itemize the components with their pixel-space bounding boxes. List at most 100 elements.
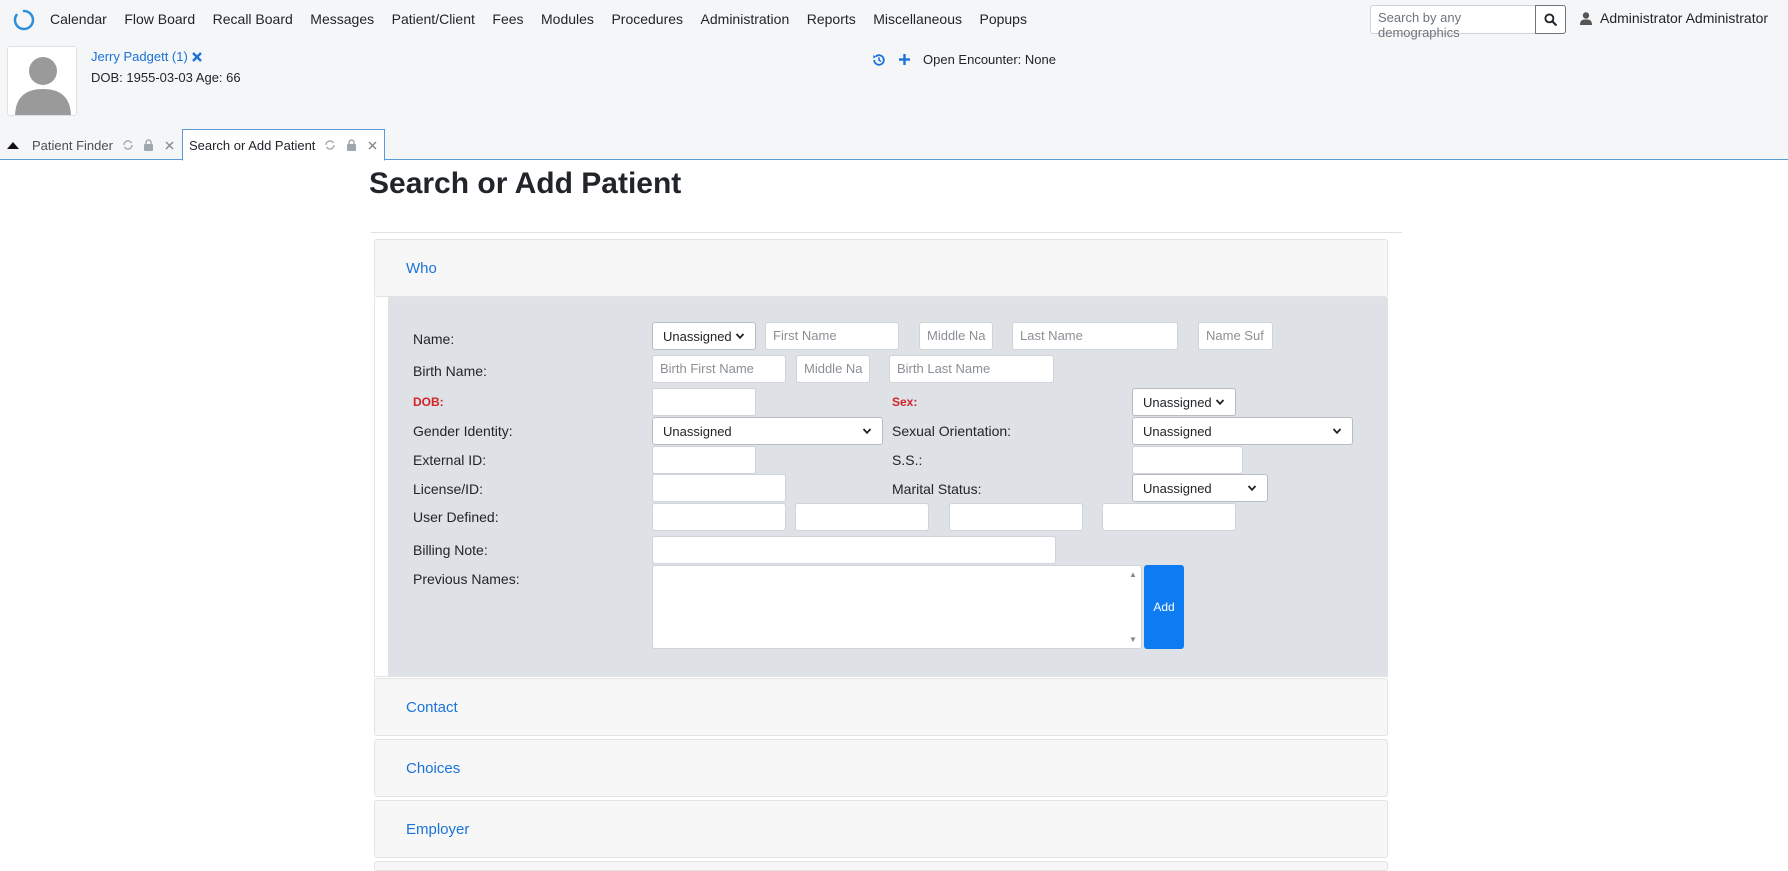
user-defined-4-input[interactable] bbox=[1102, 503, 1236, 531]
menu-modules[interactable]: Modules bbox=[541, 10, 594, 28]
app-logo-icon[interactable] bbox=[12, 8, 36, 32]
avatar-placeholder-icon bbox=[15, 57, 71, 115]
accordion-who[interactable]: Who bbox=[374, 239, 1388, 297]
scroll-up-arrow-icon[interactable]: ▲ bbox=[1129, 570, 1137, 579]
dob-label: DOB: bbox=[413, 395, 444, 409]
user-defined-2-input[interactable] bbox=[795, 503, 929, 531]
accordion-next-partial[interactable] bbox=[374, 861, 1388, 871]
select-value: Unassigned bbox=[1143, 423, 1212, 439]
menu-flow-board[interactable]: Flow Board bbox=[124, 10, 195, 28]
external-id-label: External ID: bbox=[413, 452, 487, 468]
select-value: Unassigned bbox=[1143, 394, 1212, 410]
accordion-employer[interactable]: Employer bbox=[374, 800, 1388, 858]
chevron-down-icon bbox=[1215, 399, 1225, 406]
chevron-down-icon bbox=[862, 428, 872, 435]
middle-name-input[interactable]: Middle Na bbox=[919, 322, 993, 350]
global-search-input[interactable]: Search by any demographics bbox=[1370, 5, 1536, 40]
menu-patient-client[interactable]: Patient/Client bbox=[392, 10, 475, 28]
menu-miscellaneous[interactable]: Miscellaneous bbox=[873, 10, 962, 28]
who-section: Name: Unassigned First Name Middle Na La… bbox=[374, 297, 1388, 677]
scroll-down-arrow-icon[interactable]: ▼ bbox=[1129, 635, 1137, 644]
external-id-input[interactable] bbox=[652, 446, 756, 474]
last-name-input[interactable]: Last Name bbox=[1012, 322, 1178, 350]
encounter-bar: Open Encounter: None bbox=[872, 52, 1056, 67]
user-defined-1-input[interactable] bbox=[652, 503, 786, 531]
gender-identity-select[interactable]: Unassigned bbox=[652, 417, 883, 445]
patient-dob-age: DOB: 1955-03-03 Age: 66 bbox=[91, 70, 241, 85]
open-encounter-label: Open Encounter: None bbox=[923, 52, 1056, 67]
top-navbar: Calendar Flow Board Recall Board Message… bbox=[0, 0, 1788, 161]
accordion-choices[interactable]: Choices bbox=[374, 739, 1388, 797]
accordion-employer-label: Employer bbox=[406, 820, 470, 838]
chevron-down-icon bbox=[1247, 485, 1257, 492]
menu-fees[interactable]: Fees bbox=[492, 10, 523, 28]
billing-note-input[interactable] bbox=[652, 536, 1056, 564]
menu-recall-board[interactable]: Recall Board bbox=[213, 10, 293, 28]
page-title: Search or Add Patient bbox=[369, 167, 682, 200]
refresh-icon[interactable] bbox=[122, 139, 134, 151]
tab-search-or-add-patient[interactable]: Search or Add Patient bbox=[181, 129, 386, 161]
tab-patient-finder[interactable]: Patient Finder bbox=[26, 130, 182, 160]
dob-input[interactable] bbox=[652, 388, 756, 416]
select-value: Unassigned bbox=[1143, 480, 1212, 496]
caret-up-icon bbox=[7, 142, 19, 149]
user-defined-3-input[interactable] bbox=[949, 503, 1083, 531]
select-value: Unassigned bbox=[663, 423, 732, 439]
birth-first-name-input[interactable]: Birth First Name bbox=[652, 355, 786, 383]
sexual-orientation-label: Sexual Orientation: bbox=[892, 423, 1012, 439]
search-button[interactable] bbox=[1535, 5, 1566, 34]
menu-administration[interactable]: Administration bbox=[701, 10, 790, 28]
ss-input[interactable] bbox=[1132, 446, 1243, 474]
previous-names-textarea[interactable]: ▲ ▼ bbox=[652, 565, 1142, 649]
tab-bar: Patient Finder Search or Add Patient bbox=[0, 128, 386, 161]
ss-label: S.S.: bbox=[892, 452, 923, 468]
name-title-select[interactable]: Unassigned bbox=[652, 322, 756, 350]
who-form-panel: Name: Unassigned First Name Middle Na La… bbox=[388, 297, 1388, 676]
menu-popups[interactable]: Popups bbox=[979, 10, 1026, 28]
close-tab-icon[interactable] bbox=[366, 139, 378, 151]
collapse-header-button[interactable] bbox=[0, 130, 26, 160]
birth-name-label: Birth Name: bbox=[413, 363, 487, 379]
menu-procedures[interactable]: Procedures bbox=[611, 10, 683, 28]
previous-names-label: Previous Names: bbox=[413, 571, 520, 587]
name-label: Name: bbox=[413, 331, 455, 347]
accordion-who-label: Who bbox=[406, 259, 437, 277]
refresh-icon[interactable] bbox=[324, 139, 336, 151]
add-previous-name-button[interactable]: Add bbox=[1144, 565, 1184, 649]
accordion-contact[interactable]: Contact bbox=[374, 678, 1388, 736]
patient-avatar bbox=[7, 46, 77, 116]
first-name-input[interactable]: First Name bbox=[765, 322, 899, 350]
birth-middle-name-input[interactable]: Middle Na bbox=[796, 355, 870, 383]
marital-status-label: Marital Status: bbox=[892, 481, 982, 497]
sexual-orientation-select[interactable]: Unassigned bbox=[1132, 417, 1353, 445]
chevron-down-icon bbox=[735, 333, 745, 340]
tab-label: Patient Finder bbox=[32, 137, 113, 153]
patient-name-link[interactable]: Jerry Padgett (1) bbox=[91, 49, 202, 64]
textarea-scrollbar[interactable]: ▲ ▼ bbox=[1126, 567, 1140, 647]
user-icon bbox=[1580, 11, 1592, 25]
lock-icon[interactable] bbox=[143, 139, 155, 151]
history-icon[interactable] bbox=[872, 53, 886, 67]
menu-calendar[interactable]: Calendar bbox=[50, 10, 107, 28]
menu-messages[interactable]: Messages bbox=[310, 10, 374, 28]
menu-reports[interactable]: Reports bbox=[807, 10, 856, 28]
billing-note-label: Billing Note: bbox=[413, 542, 488, 558]
lock-icon[interactable] bbox=[345, 139, 357, 151]
user-menu[interactable]: Administrator Administrator bbox=[1580, 10, 1768, 26]
license-id-input[interactable] bbox=[652, 474, 786, 502]
patient-name: Jerry Padgett (1) bbox=[91, 49, 188, 64]
sex-select[interactable]: Unassigned bbox=[1132, 388, 1236, 416]
close-tab-icon[interactable] bbox=[164, 139, 176, 151]
license-id-label: License/ID: bbox=[413, 481, 484, 497]
accordion-choices-label: Choices bbox=[406, 759, 461, 777]
name-suffix-input[interactable]: Name Suf bbox=[1198, 322, 1273, 350]
sex-label: Sex: bbox=[892, 395, 918, 409]
marital-status-select[interactable]: Unassigned bbox=[1132, 474, 1268, 502]
user-name: Administrator Administrator bbox=[1600, 10, 1769, 26]
close-patient-icon[interactable] bbox=[191, 51, 202, 62]
search-icon bbox=[1544, 13, 1557, 26]
tab-label: Search or Add Patient bbox=[188, 137, 316, 153]
new-encounter-icon[interactable] bbox=[898, 53, 911, 66]
select-value: Unassigned bbox=[663, 328, 732, 344]
birth-last-name-input[interactable]: Birth Last Name bbox=[889, 355, 1054, 383]
